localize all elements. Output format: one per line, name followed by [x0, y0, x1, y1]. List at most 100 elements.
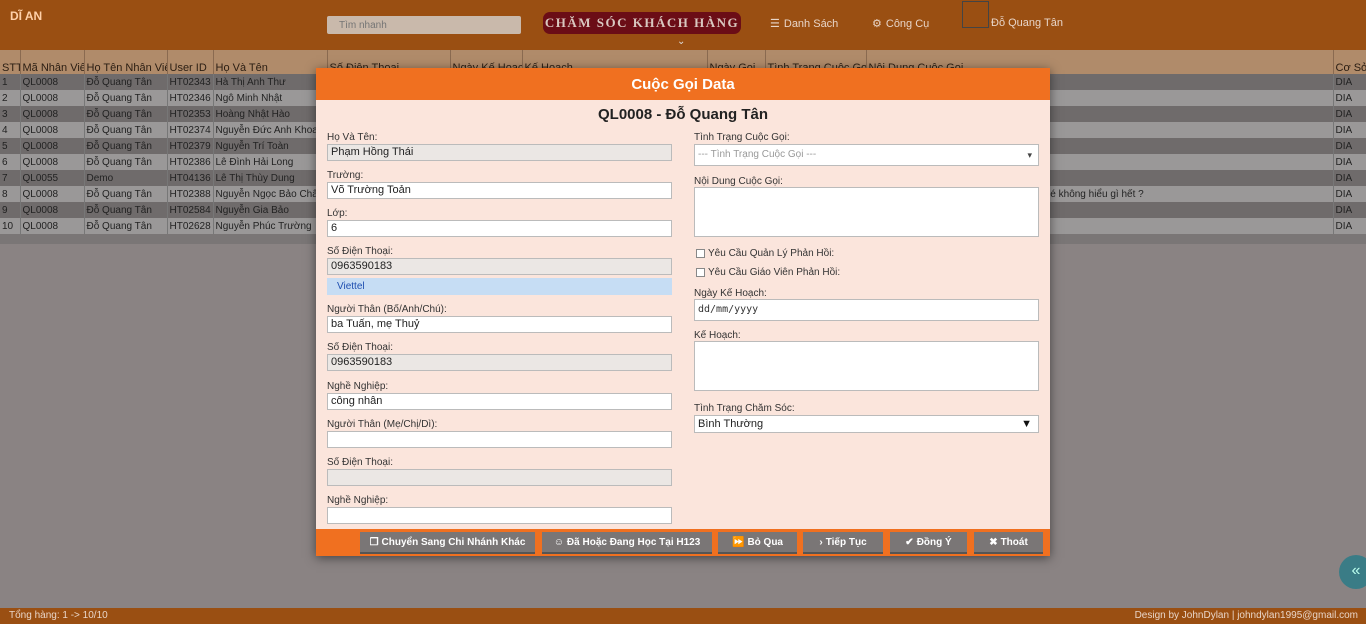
class-field[interactable]: 6	[327, 220, 672, 237]
collapse-left-icon[interactable]: «	[1339, 555, 1366, 589]
nav-list[interactable]: ☰ Danh Sách	[770, 17, 838, 31]
smile-icon: ☺	[553, 537, 564, 548]
table-cell: QL0008	[20, 122, 85, 138]
agree-label: Đồng Ý	[916, 537, 952, 548]
copy-icon: ❐	[369, 537, 379, 548]
table-cell: QL0055	[20, 170, 85, 186]
search-input[interactable]	[327, 16, 521, 34]
table-cell: HT02374	[167, 122, 214, 138]
modal-title: Cuộc Gọi Data	[316, 68, 1050, 100]
already-studied-button[interactable]: ☺ Đã Hoặc Đang Học Tại H123	[542, 532, 712, 554]
agree-button[interactable]: ✔ Đồng Ý	[890, 532, 967, 554]
table-cell: Nguyễn Trí Toàn	[213, 138, 328, 154]
phone2-field[interactable]: 0963590183	[327, 354, 672, 371]
table-cell: HT02388	[167, 186, 214, 202]
table-cell: DIA	[1333, 202, 1366, 218]
teacher-feedback-checkbox[interactable]: Yêu Cầu Giáo Viên Phản Hồi:	[696, 267, 840, 278]
branch-name[interactable]: DĨ AN	[10, 9, 42, 23]
checkbox-box[interactable]	[696, 249, 705, 258]
chevron-down-icon[interactable]: ⌄	[677, 36, 685, 47]
table-cell: 9	[0, 202, 21, 218]
transfer-branch-button[interactable]: ❐ Chuyển Sang Chi Nhánh Khác	[360, 532, 535, 554]
relative2-field[interactable]	[327, 431, 672, 448]
manager-feedback-label: Yêu Cầu Quản Lý Phản Hồi:	[708, 248, 835, 259]
customer-care-button[interactable]: CHĂM SÓC KHÁCH HÀNG	[543, 12, 741, 34]
phone2-label: Số Điện Thoại:	[327, 342, 393, 353]
plan-date-label: Ngày Kế Hoạch:	[694, 288, 767, 299]
manager-feedback-checkbox[interactable]: Yêu Cầu Quản Lý Phản Hồi:	[696, 248, 834, 259]
skip-button[interactable]: ⏩ Bỏ Qua	[718, 532, 797, 554]
exit-button[interactable]: ✖ Thoát	[974, 532, 1043, 554]
job2-field[interactable]	[327, 507, 672, 524]
table-cell: Nguyễn Ngọc Bảo Châu	[213, 186, 328, 202]
job1-field[interactable]: công nhân	[327, 393, 672, 410]
table-cell: HT02379	[167, 138, 214, 154]
table-cell: HT02353	[167, 106, 214, 122]
table-cell: HT02343	[167, 74, 214, 90]
table-cell: Đỗ Quang Tân	[84, 74, 168, 90]
table-cell: HT02346	[167, 90, 214, 106]
call-status-label: Tình Trạng Cuộc Gọi:	[694, 132, 790, 143]
plan-date-input[interactable]: dd/mm/yyyy	[694, 299, 1039, 321]
call-data-modal: Cuộc Gọi Data QL0008 - Đỗ Quang Tân Họ V…	[316, 68, 1050, 556]
table-cell: QL0008	[20, 186, 85, 202]
list-icon: ☰	[770, 18, 780, 30]
table-cell: QL0008	[20, 106, 85, 122]
designer-credit: Design by JohnDylan | johndylan1995@gmai…	[1134, 610, 1358, 621]
table-cell: QL0008	[20, 154, 85, 170]
call-content-textarea[interactable]	[694, 187, 1039, 237]
table-cell: HT04136	[167, 170, 214, 186]
caret-down-icon: ▾	[1027, 150, 1032, 160]
avatar[interactable]	[962, 1, 989, 28]
table-cell: DIA	[1333, 90, 1366, 106]
plan-label: Kế Hoạch:	[694, 330, 741, 341]
table-cell: DIA	[1333, 218, 1366, 234]
column-header[interactable]: Mã Nhân Viên	[20, 50, 85, 74]
skip-label: Bỏ Qua	[747, 537, 783, 548]
continue-button[interactable]: › Tiếp Tục	[803, 532, 883, 554]
table-cell: DIA	[1333, 74, 1366, 90]
transfer-branch-label: Chuyển Sang Chi Nhánh Khác	[381, 537, 526, 548]
table-cell: DIA	[1333, 154, 1366, 170]
table-cell: 2	[0, 90, 21, 106]
call-content-label: Nội Dung Cuộc Gọi:	[694, 176, 783, 187]
table-cell: Lê Đình Hải Long	[213, 154, 328, 170]
plan-textarea[interactable]	[694, 341, 1039, 391]
name-field[interactable]: Phạm Hồng Thái	[327, 144, 672, 161]
phone3-label: Số Điện Thoại:	[327, 457, 393, 468]
table-cell: 1	[0, 74, 21, 90]
column-header[interactable]: Cơ Sở	[1333, 50, 1366, 74]
phone3-field[interactable]	[327, 469, 672, 486]
nav-tools[interactable]: ⚙ Công Cụ	[872, 17, 929, 31]
table-cell: Hoàng Nhật Hào	[213, 106, 328, 122]
phone-field[interactable]: 0963590183	[327, 258, 672, 275]
top-bar: DĨ AN CHĂM SÓC KHÁCH HÀNG ⌄ ☰ Danh Sách …	[0, 0, 1366, 50]
call-status-select[interactable]: --- Tình Trạng Cuộc Gọi --- ▾	[694, 144, 1039, 166]
close-icon: ✖	[989, 537, 998, 548]
column-header[interactable]: Họ Tên Nhân Viên	[84, 50, 168, 74]
table-cell: 3	[0, 106, 21, 122]
relative1-field[interactable]: ba Tuấn, mẹ Thuỷ	[327, 316, 672, 333]
row-count: Tổng hàng: 1 -> 10/10	[9, 610, 108, 621]
phone-label: Số Điện Thoại:	[327, 246, 393, 257]
checkbox-box[interactable]	[696, 268, 705, 277]
job2-label: Nghề Nghiệp:	[327, 495, 389, 506]
user-name[interactable]: Đỗ Quang Tân	[991, 17, 1063, 29]
table-cell: DIA	[1333, 106, 1366, 122]
school-field[interactable]: Võ Trường Toản	[327, 182, 672, 199]
table-cell: Ngô Minh Nhật	[213, 90, 328, 106]
column-header[interactable]: User ID	[167, 50, 214, 74]
modal-subtitle: QL0008 - Đỗ Quang Tân	[597, 106, 769, 123]
care-status-label: Tình Trạng Chăm Sóc:	[694, 403, 795, 414]
caret-down-icon: ▼	[1021, 418, 1032, 430]
table-cell: QL0008	[20, 218, 85, 234]
already-studied-label: Đã Hoặc Đang Học Tại H123	[566, 537, 701, 548]
table-cell: DIA	[1333, 138, 1366, 154]
care-status-select[interactable]: Bình Thường ▼	[694, 415, 1039, 433]
column-header[interactable]: STT	[0, 50, 21, 74]
table-cell: Đỗ Quang Tân	[84, 154, 168, 170]
column-header[interactable]: Họ Và Tên	[213, 50, 328, 74]
table-cell: QL0008	[20, 138, 85, 154]
table-cell: Lê Thị Thùy Dung	[213, 170, 328, 186]
table-cell: Nguyễn Gia Bảo	[213, 202, 328, 218]
